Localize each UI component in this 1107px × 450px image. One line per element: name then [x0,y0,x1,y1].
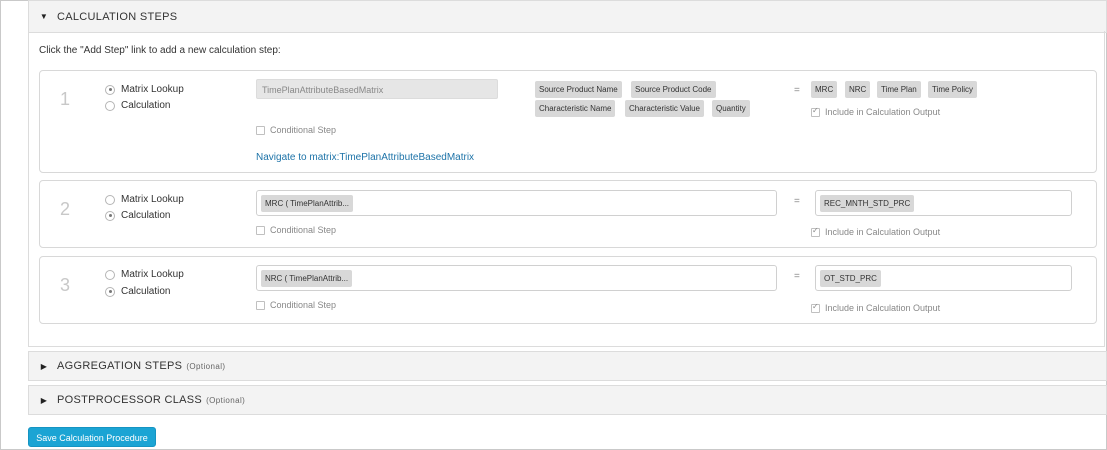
matrix-output-pill[interactable]: MRC [811,81,838,98]
radio-selected-icon [105,286,115,297]
step-number: 1 [60,89,71,109]
radio-selected-icon [105,210,115,221]
calculation-radio[interactable]: Calculation [105,286,170,297]
radio-label: Calculation [121,286,171,297]
matrix-output-pill[interactable]: Time Plan [877,81,921,98]
caret-down-icon: ▼ [39,12,49,21]
calculation-radio[interactable]: Calculation [105,210,170,221]
calculation-step-3: 3 Matrix Lookup Calculation NRC ( TimePl… [39,256,1097,324]
navigate-to-matrix-link[interactable]: Navigate to matrix:TimePlanAttributeBase… [256,152,474,163]
optional-tag: (Optional) [206,395,246,405]
section-title: CALCULATION STEPS [57,10,178,23]
calculation-expression-field[interactable]: NRC ( TimePlanAttrib... [256,265,777,291]
instruction-text: Click the "Add Step" link to add a new c… [39,45,281,56]
radio-label: Calculation [121,100,171,111]
matrix-input-pill[interactable]: Quantity [712,100,750,117]
checkbox-label: Include in Calculation Output [825,227,941,237]
matrix-lookup-radio[interactable]: Matrix Lookup [105,269,184,280]
matrix-output-pill[interactable]: NRC [845,81,871,98]
caret-right-icon: ▶ [40,395,48,405]
optional-tag: (Optional) [186,361,226,371]
conditional-step-checkbox[interactable]: Conditional Step [256,125,336,135]
checkbox-checked-icon [811,226,820,237]
radio-label: Calculation [121,210,171,221]
checkbox-icon [256,125,265,135]
output-variable-field[interactable]: REC_MNTH_STD_PRC [815,190,1072,216]
save-calculation-procedure-button[interactable]: Save Calculation Procedure [28,427,156,447]
caret-right-icon: ▶ [40,361,48,371]
radio-label: Matrix Lookup [121,194,184,205]
conditional-step-checkbox[interactable]: Conditional Step [256,225,336,235]
checkbox-label: Conditional Step [270,125,337,135]
output-pill[interactable]: REC_MNTH_STD_PRC [820,195,915,212]
include-output-checkbox[interactable]: Include in Calculation Output [811,302,941,313]
checkbox-checked-icon [811,302,820,313]
calculation-radio[interactable]: Calculation [105,100,170,111]
radio-empty-icon [105,194,115,205]
checkbox-icon [256,225,265,235]
matrix-lookup-radio[interactable]: Matrix Lookup [105,84,184,95]
equals-sign: = [794,196,800,207]
checkbox-icon [256,300,265,310]
section-title: POSTPROCESSOR CLASS [57,394,203,406]
calculation-step-1: 1 Matrix Lookup Calculation TimePlanAttr… [39,70,1097,173]
section-title: AGGREGATION STEPS [57,360,183,372]
aggregation-steps-header[interactable]: ▶ AGGREGATION STEPS (Optional) [28,351,1107,381]
calculation-steps-header[interactable]: ▼ CALCULATION STEPS [28,0,1107,33]
matrix-input-pill[interactable]: Source Product Code [631,81,716,98]
output-variable-field[interactable]: OT_STD_PRC [815,265,1072,291]
radio-empty-icon [105,269,115,280]
expression-pill[interactable]: MRC ( TimePlanAttrib... [261,195,354,212]
radio-label: Matrix Lookup [121,84,184,95]
matrix-input-pill[interactable]: Characteristic Name [535,100,616,117]
step-number: 2 [60,199,71,219]
step-number: 3 [60,275,71,295]
include-output-checkbox[interactable]: Include in Calculation Output [811,226,941,237]
checkbox-label: Conditional Step [270,300,337,310]
output-pill[interactable]: OT_STD_PRC [820,270,881,287]
postprocessor-class-header[interactable]: ▶ POSTPROCESSOR CLASS (Optional) [28,385,1107,415]
equals-sign: = [794,85,800,96]
radio-empty-icon [105,100,115,111]
calculation-step-2: 2 Matrix Lookup Calculation MRC ( TimePl… [39,180,1097,248]
radio-label: Matrix Lookup [121,269,184,280]
matrix-input-pill[interactable]: Source Product Name [535,81,622,98]
checkbox-label: Include in Calculation Output [825,303,941,313]
matrix-output-pill[interactable]: Time Policy [928,81,978,98]
calculation-expression-field[interactable]: MRC ( TimePlanAttrib... [256,190,777,216]
matrix-name-field[interactable]: TimePlanAttributeBasedMatrix [256,79,498,99]
expression-pill[interactable]: NRC ( TimePlanAttrib... [261,270,353,287]
checkbox-label: Include in Calculation Output [825,107,941,117]
matrix-lookup-radio[interactable]: Matrix Lookup [105,194,184,205]
conditional-step-checkbox[interactable]: Conditional Step [256,300,336,310]
matrix-input-pill[interactable]: Characteristic Value [625,100,704,117]
checkbox-checked-icon [811,106,820,117]
include-output-checkbox[interactable]: Include in Calculation Output [811,106,941,117]
equals-sign: = [794,271,800,282]
radio-selected-icon [105,84,115,95]
checkbox-label: Conditional Step [270,225,337,235]
